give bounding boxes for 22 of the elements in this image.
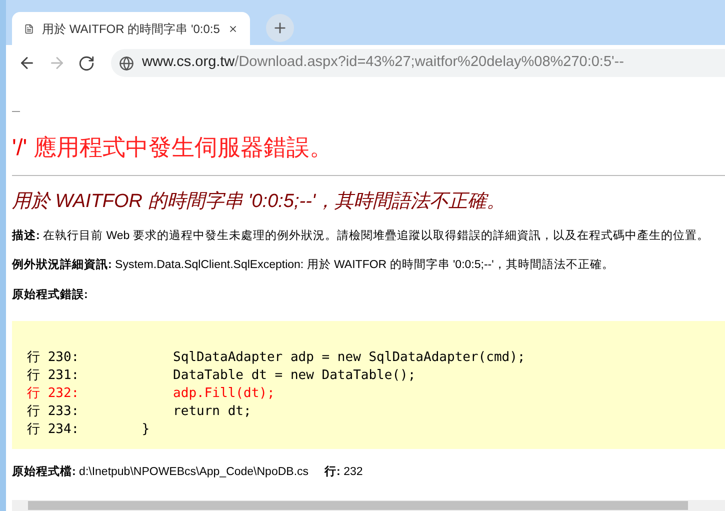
- url-text: www.cs.org.tw/Download.aspx?id=43%27;waitfor%20delay%08%270:0:5'--: [142, 53, 624, 72]
- document-icon: [24, 22, 34, 36]
- source-file-info: 原始程式檔: d:\Inetpub\NPOWEBcs\App_Code\NpoDB.cs 行: 232: [12, 464, 364, 480]
- source-error-label: 原始程式錯誤:: [12, 287, 89, 302]
- error-detail: 描述: 在執行目前 Web 要求的過程中發生未處理的例外狀況。請檢閱堆疊追蹤以取得錯誤的詳細資訊，以及在程式碼中產生的位置。: [12, 228, 710, 244]
- back-icon[interactable]: [18, 54, 36, 72]
- new-tab-button[interactable]: [266, 14, 294, 42]
- browser-tab[interactable]: 用於 WAITFOR 的時間字串 '0:0:5: [12, 12, 250, 45]
- code-line: 行 234: }: [27, 420, 151, 439]
- plus-icon: [272, 20, 288, 36]
- code-line: 行 232: adp.Fill(dt);: [27, 384, 276, 403]
- error-detail: 例外狀況詳細資訊: System.Data.SqlClient.SqlException: 用於 WAITFOR 的時間字串 '0:0:5;--'，其時間語法不正確。: [12, 257, 615, 274]
- error-title: 用於 WAITFOR 的時間字串 '0:0:5;--'，其時間語法不正確。: [12, 190, 507, 214]
- code-line: 行 231: DataTable dt = new DataTable();: [27, 366, 417, 385]
- globe-icon: [119, 56, 134, 70]
- reload-icon[interactable]: [78, 54, 95, 72]
- page-heading: '/' 應用程式中發生伺服器錯誤。: [12, 133, 334, 162]
- address-bar[interactable]: www.cs.org.tw/Download.aspx?id=43%27;waitfor%20delay%08%270:0:5'--: [111, 49, 725, 77]
- horizontal-scrollbar[interactable]: [12, 500, 725, 511]
- code-line: 行 230: SqlDataAdapter adp = new SqlDataAdapter(cmd);: [27, 348, 526, 367]
- tab-title: 用於 WAITFOR 的時間字串 '0:0:5: [42, 20, 220, 38]
- code-line: 行 233: return dt;: [27, 402, 252, 421]
